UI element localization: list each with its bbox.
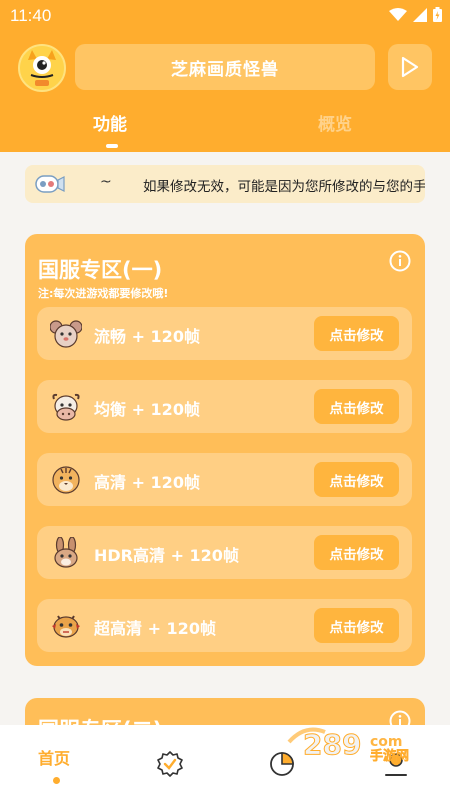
option-label: 流畅 + 120帧 bbox=[94, 327, 200, 346]
watermark-logo: 289 com 手游网 bbox=[287, 728, 409, 762]
wifi-icon bbox=[389, 7, 407, 21]
section-title: 国服专区(一) bbox=[38, 258, 163, 282]
notice-tilde: ~ bbox=[100, 174, 112, 190]
tab-features[interactable]: 功能 bbox=[93, 110, 127, 135]
app-logo[interactable] bbox=[18, 44, 66, 92]
info-icon[interactable] bbox=[389, 250, 411, 272]
nav-home-label[interactable]: 首页 bbox=[38, 745, 70, 769]
play-icon bbox=[401, 56, 419, 78]
option-row[interactable]: HDR高清 + 120帧 点击修改 bbox=[37, 526, 412, 579]
svg-text:手游网: 手游网 bbox=[370, 748, 409, 762]
svg-text:com: com bbox=[370, 734, 403, 750]
mouse-icon bbox=[50, 320, 82, 348]
status-time: 11:40 bbox=[10, 6, 52, 25]
app-header: 11:40 芝麻画质怪兽 功能 概览 bbox=[0, 0, 450, 152]
tab-indicator bbox=[106, 144, 118, 148]
option-label: 均衡 + 120帧 bbox=[94, 400, 200, 419]
option-label: HDR高清 + 120帧 bbox=[94, 546, 239, 565]
cow-icon bbox=[52, 393, 80, 421]
rabbit-icon bbox=[54, 537, 78, 568]
nav-active-dot bbox=[53, 777, 60, 784]
play-button[interactable] bbox=[388, 44, 432, 90]
notice-banner: ~ 如果修改无效，可能是因为您所修改的与您的手 bbox=[25, 165, 425, 203]
megaphone-icon bbox=[35, 175, 65, 193]
app-title: 芝麻画质怪兽 bbox=[171, 59, 279, 80]
status-icons bbox=[389, 7, 442, 22]
option-label: 超高清 + 120帧 bbox=[94, 619, 216, 638]
notice-text: 如果修改无效，可能是因为您所修改的与您的手 bbox=[143, 179, 425, 195]
monster-logo-icon bbox=[20, 46, 64, 90]
modify-button[interactable]: 点击修改 bbox=[314, 535, 399, 570]
nav-badge-check-icon[interactable] bbox=[157, 751, 183, 777]
option-row[interactable]: 超高清 + 120帧 点击修改 bbox=[37, 599, 412, 652]
app-title-box[interactable]: 芝麻画质怪兽 bbox=[75, 44, 375, 90]
option-label: 高清 + 120帧 bbox=[94, 473, 200, 492]
option-row[interactable]: 高清 + 120帧 点击修改 bbox=[37, 453, 412, 506]
section-card-cn-1: 国服专区(一) 注:每次进游戏都要修改哦! 流畅 + 120帧 点击修改 均衡 … bbox=[25, 234, 425, 666]
modify-button[interactable]: 点击修改 bbox=[314, 316, 399, 351]
battery-icon bbox=[433, 7, 442, 22]
signal-icon bbox=[413, 7, 427, 22]
svg-text:289: 289 bbox=[303, 728, 361, 761]
status-bar: 11:40 bbox=[0, 0, 450, 32]
modify-button[interactable]: 点击修改 bbox=[314, 389, 399, 424]
tab-overview[interactable]: 概览 bbox=[318, 110, 352, 135]
tiger-icon bbox=[52, 466, 80, 494]
dragon-icon bbox=[52, 615, 80, 638]
option-row[interactable]: 均衡 + 120帧 点击修改 bbox=[37, 380, 412, 433]
modify-button[interactable]: 点击修改 bbox=[314, 462, 399, 497]
option-row[interactable]: 流畅 + 120帧 点击修改 bbox=[37, 307, 412, 360]
modify-button[interactable]: 点击修改 bbox=[314, 608, 399, 643]
section-note: 注:每次进游戏都要修改哦! bbox=[38, 287, 169, 300]
